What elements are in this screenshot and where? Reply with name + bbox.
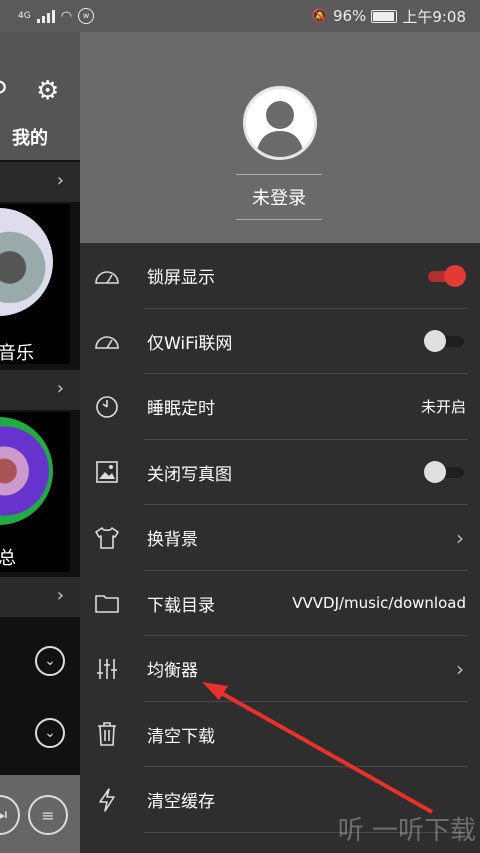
status-bar: 4G ◠ w 🔕 96% 上午9:08 [0, 0, 480, 32]
folder-icon [94, 590, 120, 616]
download-dir-value: VVVDJ/music/download [292, 594, 466, 613]
clock: 上午9:08 [402, 7, 466, 26]
menu-item-lockscreen[interactable]: 锁屏显示 [80, 243, 480, 309]
image-icon [94, 459, 120, 485]
watermark: 听 一听下载 [337, 816, 476, 846]
menu-item-label: 清空下载 [147, 726, 215, 747]
menu-item-wifi-only[interactable]: 仅WiFi联网 [80, 309, 480, 374]
divider [236, 174, 322, 175]
timer-icon [94, 394, 120, 420]
card-label: 总 [0, 548, 16, 569]
menu-item-label: 清空缓存 [147, 792, 215, 813]
app-notification-icon: w [78, 8, 95, 24]
settings-drawer: 未登录 锁屏显示 仅WiFi联网 睡眠定时 未开启 关闭写真图 换背景 › 下载… [80, 32, 480, 853]
playlist-icon[interactable]: ≡ [28, 795, 68, 835]
menu-item-change-background[interactable]: 换背景 › [80, 505, 480, 571]
equalizer-icon [94, 656, 120, 682]
battery-percent: 96% [332, 7, 367, 25]
chevron-right-icon: › [56, 170, 64, 191]
battery-icon [371, 9, 398, 23]
signal-icon [36, 9, 55, 23]
chevron-right-icon: › [56, 585, 64, 606]
drawer-header: 未登录 [80, 32, 480, 243]
menu-item-equalizer[interactable]: 均衡器 › [80, 636, 480, 702]
login-label[interactable]: 未登录 [236, 184, 322, 210]
search-icon[interactable]: ⚲ [0, 76, 8, 104]
menu-item-close-photo[interactable]: 关闭写真图 [80, 440, 480, 505]
menu-item-label: 关闭写真图 [147, 464, 232, 485]
chevron-right-icon: › [456, 525, 464, 550]
chevron-right-icon: › [56, 378, 64, 399]
player-bar: ⏭ ≡ [0, 775, 80, 853]
lockscreen-toggle[interactable] [424, 264, 466, 287]
wifi-only-toggle[interactable] [424, 330, 464, 353]
background-row[interactable]: › [0, 370, 80, 410]
divider [236, 219, 322, 220]
expand-circle-icon[interactable]: ⌄ [35, 718, 65, 748]
background-row[interactable]: › [0, 577, 80, 617]
menu-item-label: 睡眠定时 [147, 399, 215, 420]
mute-bell-icon: 🔕 [311, 8, 328, 24]
chevron-right-icon: › [456, 656, 464, 681]
background-header: ⚲ ⚙ 我的 [0, 32, 80, 160]
wifi-icon: ◠ [60, 8, 73, 24]
expand-circle-icon[interactable]: ⌄ [35, 646, 65, 676]
speedometer-icon [94, 263, 120, 289]
lightning-icon [94, 787, 120, 813]
menu-item-clear-downloads[interactable]: 清空下载 [80, 702, 480, 767]
menu-item-sleep-timer[interactable]: 睡眠定时 未开启 [80, 374, 480, 440]
background-row[interactable]: › [0, 162, 80, 202]
background-app: ⚲ ⚙ 我的 › 音乐 › 总 › ⌄ ⌄ ⏭ ≡ [0, 32, 80, 853]
menu-item-label: 换背景 [147, 530, 198, 551]
tshirt-icon [94, 525, 120, 551]
network-type: 4G [18, 11, 31, 21]
avatar[interactable] [243, 86, 317, 160]
card-label: 音乐 [0, 343, 34, 364]
menu-item-label: 均衡器 [147, 661, 198, 682]
menu-item-download-dir[interactable]: 下载目录 VVVDJ/music/download [80, 571, 480, 636]
tab-mine[interactable]: 我的 [12, 124, 48, 150]
user-silhouette-icon [256, 101, 304, 157]
speedometer-icon [94, 328, 120, 354]
close-photo-toggle[interactable] [424, 461, 464, 484]
sleep-timer-value: 未开启 [420, 398, 466, 417]
settings-menu: 锁屏显示 仅WiFi联网 睡眠定时 未开启 关闭写真图 换背景 › 下载目录 V… [80, 243, 480, 833]
next-track-icon[interactable]: ⏭ [0, 795, 20, 835]
gear-icon[interactable]: ⚙ [36, 76, 59, 106]
trash-icon [94, 721, 120, 747]
menu-item-label: 锁屏显示 [147, 268, 215, 289]
menu-item-label: 下载目录 [147, 595, 215, 616]
menu-item-label: 仅WiFi联网 [147, 333, 233, 354]
